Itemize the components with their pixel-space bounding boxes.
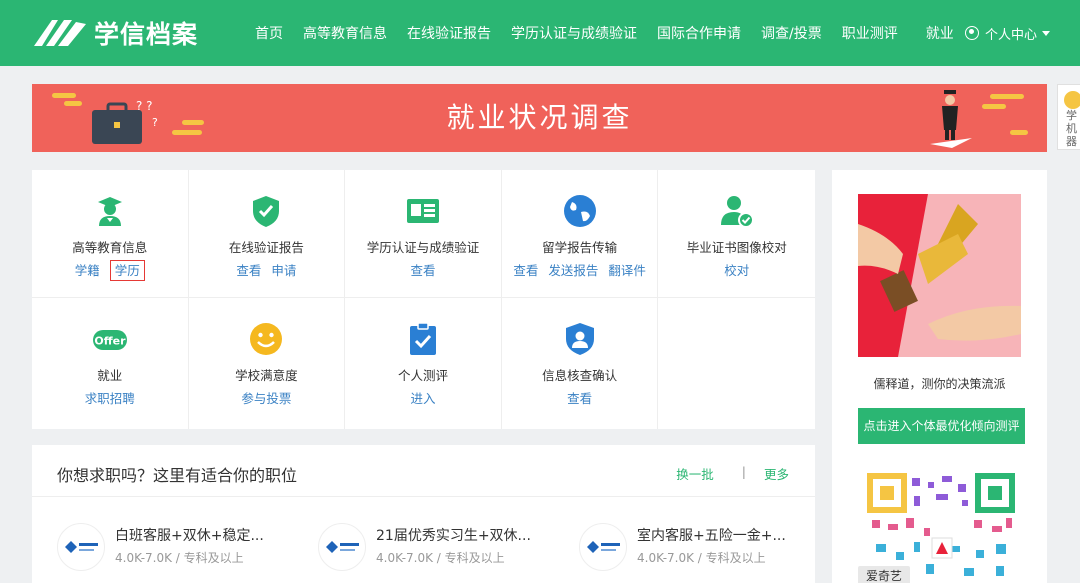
trophy-hands-illustration bbox=[858, 194, 1021, 357]
offer-icon: Offer bbox=[92, 330, 127, 350]
survey-banner[interactable]: ? ? ? 就业状况调查 bbox=[32, 84, 1047, 152]
smile-icon bbox=[250, 323, 283, 355]
service-online-report: 在线验证报告 查看 申请 bbox=[188, 170, 346, 298]
widget-text: 机器 bbox=[1066, 122, 1077, 148]
taikang-logo-icon bbox=[587, 541, 620, 553]
job-card[interactable]: 室内客服+五险一金+... 4.0K-7.0K / 专科及以上 bbox=[579, 523, 819, 573]
id-card-icon bbox=[406, 199, 439, 223]
link-send-report[interactable]: 发送报告 bbox=[548, 263, 598, 278]
service-personal-test: 个人测评 进入 bbox=[345, 298, 502, 429]
clipboard-check-icon bbox=[409, 322, 436, 355]
nav-international[interactable]: 国际合作申请 bbox=[657, 23, 741, 43]
right-sidebar: 儒释道，测你的决策流派 点击进入个体最优化倾向测评 bbox=[832, 170, 1047, 583]
offer-icon-text: Offer bbox=[94, 335, 126, 348]
link-student-status[interactable]: 学籍 bbox=[75, 263, 100, 278]
logo-text: 学信档案 bbox=[94, 20, 199, 49]
service-empty-cell bbox=[658, 298, 815, 429]
service-certification: 学历认证与成绩验证 查看 bbox=[345, 170, 502, 298]
link-vote[interactable]: 参与投票 bbox=[241, 391, 291, 406]
floating-robot-widget[interactable]: 学 机器 bbox=[1057, 84, 1080, 150]
link-enter[interactable]: 进入 bbox=[410, 391, 435, 406]
top-navbar: 学信档案 首页 高等教育信息 在线验证报告 学历认证与成绩验证 国际合作申请 调… bbox=[0, 0, 1080, 66]
link-job-search[interactable]: 求职招聘 bbox=[85, 391, 135, 406]
service-info-verification: 信息核查确认 查看 bbox=[502, 298, 659, 429]
job-title: 白班客服+双休+稳定... bbox=[115, 528, 264, 544]
user-center-label: 个人中心 bbox=[985, 27, 1038, 43]
nav-employment[interactable]: 就业 bbox=[926, 23, 954, 43]
nav-survey[interactable]: 调查/投票 bbox=[761, 23, 822, 43]
service-title: 毕业证书图像校对 bbox=[686, 240, 787, 255]
service-title: 就业 bbox=[97, 368, 123, 383]
enter-test-button[interactable]: 点击进入个体最优化倾向测评 bbox=[858, 408, 1025, 444]
link-view[interactable]: 查看 bbox=[567, 391, 592, 406]
iqiyi-label: 爱奇艺 bbox=[858, 566, 911, 583]
service-title: 个人测评 bbox=[397, 368, 448, 383]
globe-icon bbox=[563, 195, 596, 227]
service-title: 高等教育信息 bbox=[72, 240, 148, 255]
nav-career-test[interactable]: 职业测评 bbox=[842, 23, 898, 43]
separator: | bbox=[741, 464, 746, 479]
job-card[interactable]: 白班客服+双休+稳定... 4.0K-7.0K / 专科及以上 bbox=[57, 523, 297, 573]
service-higher-education: 高等教育信息 学籍 学历 bbox=[32, 170, 189, 298]
nav-higher-education[interactable]: 高等教育信息 bbox=[303, 23, 387, 43]
job-meta: 4.0K-7.0K / 专科及以上 bbox=[376, 551, 505, 565]
link-proofread[interactable]: 校对 bbox=[724, 263, 749, 278]
service-title: 在线验证报告 bbox=[228, 240, 304, 255]
jobs-header: 你想求职吗？这里有适合你的职位 换一批 | 更多 bbox=[32, 445, 815, 497]
service-title: 学校满意度 bbox=[235, 368, 298, 383]
job-card[interactable]: 21届优秀实习生+双休... 4.0K-7.0K / 专科及以上 bbox=[318, 523, 558, 573]
site-logo[interactable]: 学信档案 bbox=[32, 14, 198, 52]
company-logo bbox=[318, 523, 366, 571]
user-check-icon bbox=[720, 196, 754, 228]
link-view[interactable]: 查看 bbox=[236, 263, 261, 278]
service-grid: 高等教育信息 学籍 学历 在线验证报告 查看 申请 学历认证与成绩验证 查看 留… bbox=[32, 170, 815, 429]
company-logo bbox=[57, 523, 105, 571]
link-translation[interactable]: 翻译件 bbox=[608, 263, 646, 278]
robot-avatar-icon bbox=[1064, 91, 1080, 109]
banner-title: 就业状况调查 bbox=[446, 101, 633, 134]
graduate-icon bbox=[97, 197, 122, 226]
widget-text: 学 bbox=[1066, 109, 1077, 122]
nav-home[interactable]: 首页 bbox=[255, 23, 283, 43]
link-view[interactable]: 查看 bbox=[513, 263, 538, 278]
shield-user-icon bbox=[565, 323, 594, 355]
link-view[interactable]: 查看 bbox=[410, 263, 435, 278]
user-icon bbox=[965, 26, 979, 40]
logo-book-icon bbox=[34, 20, 86, 46]
service-study-abroad-report: 留学报告传输 查看 发送报告 翻译件 bbox=[501, 170, 659, 298]
service-employment: Offer 就业 求职招聘 bbox=[32, 298, 189, 429]
job-meta: 4.0K-7.0K / 专科及以上 bbox=[637, 551, 766, 565]
job-title: 室内客服+五险一金+... bbox=[637, 528, 786, 544]
service-title: 留学报告传输 bbox=[542, 240, 618, 255]
more-jobs-link[interactable]: 更多 bbox=[764, 464, 789, 483]
service-title: 学历认证与成绩验证 bbox=[366, 240, 480, 255]
refresh-jobs-link[interactable]: 换一批 bbox=[676, 464, 714, 483]
promo-caption: 儒释道，测你的决策流派 bbox=[873, 377, 1006, 391]
service-school-satisfaction: 学校满意度 参与投票 bbox=[189, 298, 346, 429]
user-center-menu[interactable]: 个人中心 bbox=[965, 0, 1051, 66]
promo-image[interactable] bbox=[858, 194, 1021, 357]
service-certificate-proofread: 毕业证书图像校对 校对 bbox=[658, 170, 815, 298]
taikang-logo-icon bbox=[65, 541, 98, 553]
job-title: 21届优秀实习生+双休... bbox=[376, 528, 531, 544]
nav-certification[interactable]: 学历认证与成绩验证 bbox=[511, 23, 637, 43]
main-nav: 首页 高等教育信息 在线验证报告 学历认证与成绩验证 国际合作申请 调查/投票 … bbox=[245, 0, 964, 66]
shield-check-icon bbox=[253, 196, 280, 227]
taikang-logo-icon bbox=[326, 541, 359, 553]
job-recommendations: 你想求职吗？这里有适合你的职位 换一批 | 更多 白班客服+双休+稳定... 4… bbox=[32, 445, 815, 583]
link-apply[interactable]: 申请 bbox=[271, 263, 296, 278]
nav-online-report[interactable]: 在线验证报告 bbox=[407, 23, 491, 43]
company-logo bbox=[579, 523, 627, 571]
jobs-title: 你想求职吗？这里有适合你的职位 bbox=[57, 466, 298, 485]
service-title: 信息核查确认 bbox=[542, 368, 618, 383]
link-degree[interactable]: 学历 bbox=[109, 260, 145, 281]
caret-down-icon bbox=[1042, 30, 1051, 36]
job-meta: 4.0K-7.0K / 专科及以上 bbox=[115, 551, 244, 565]
